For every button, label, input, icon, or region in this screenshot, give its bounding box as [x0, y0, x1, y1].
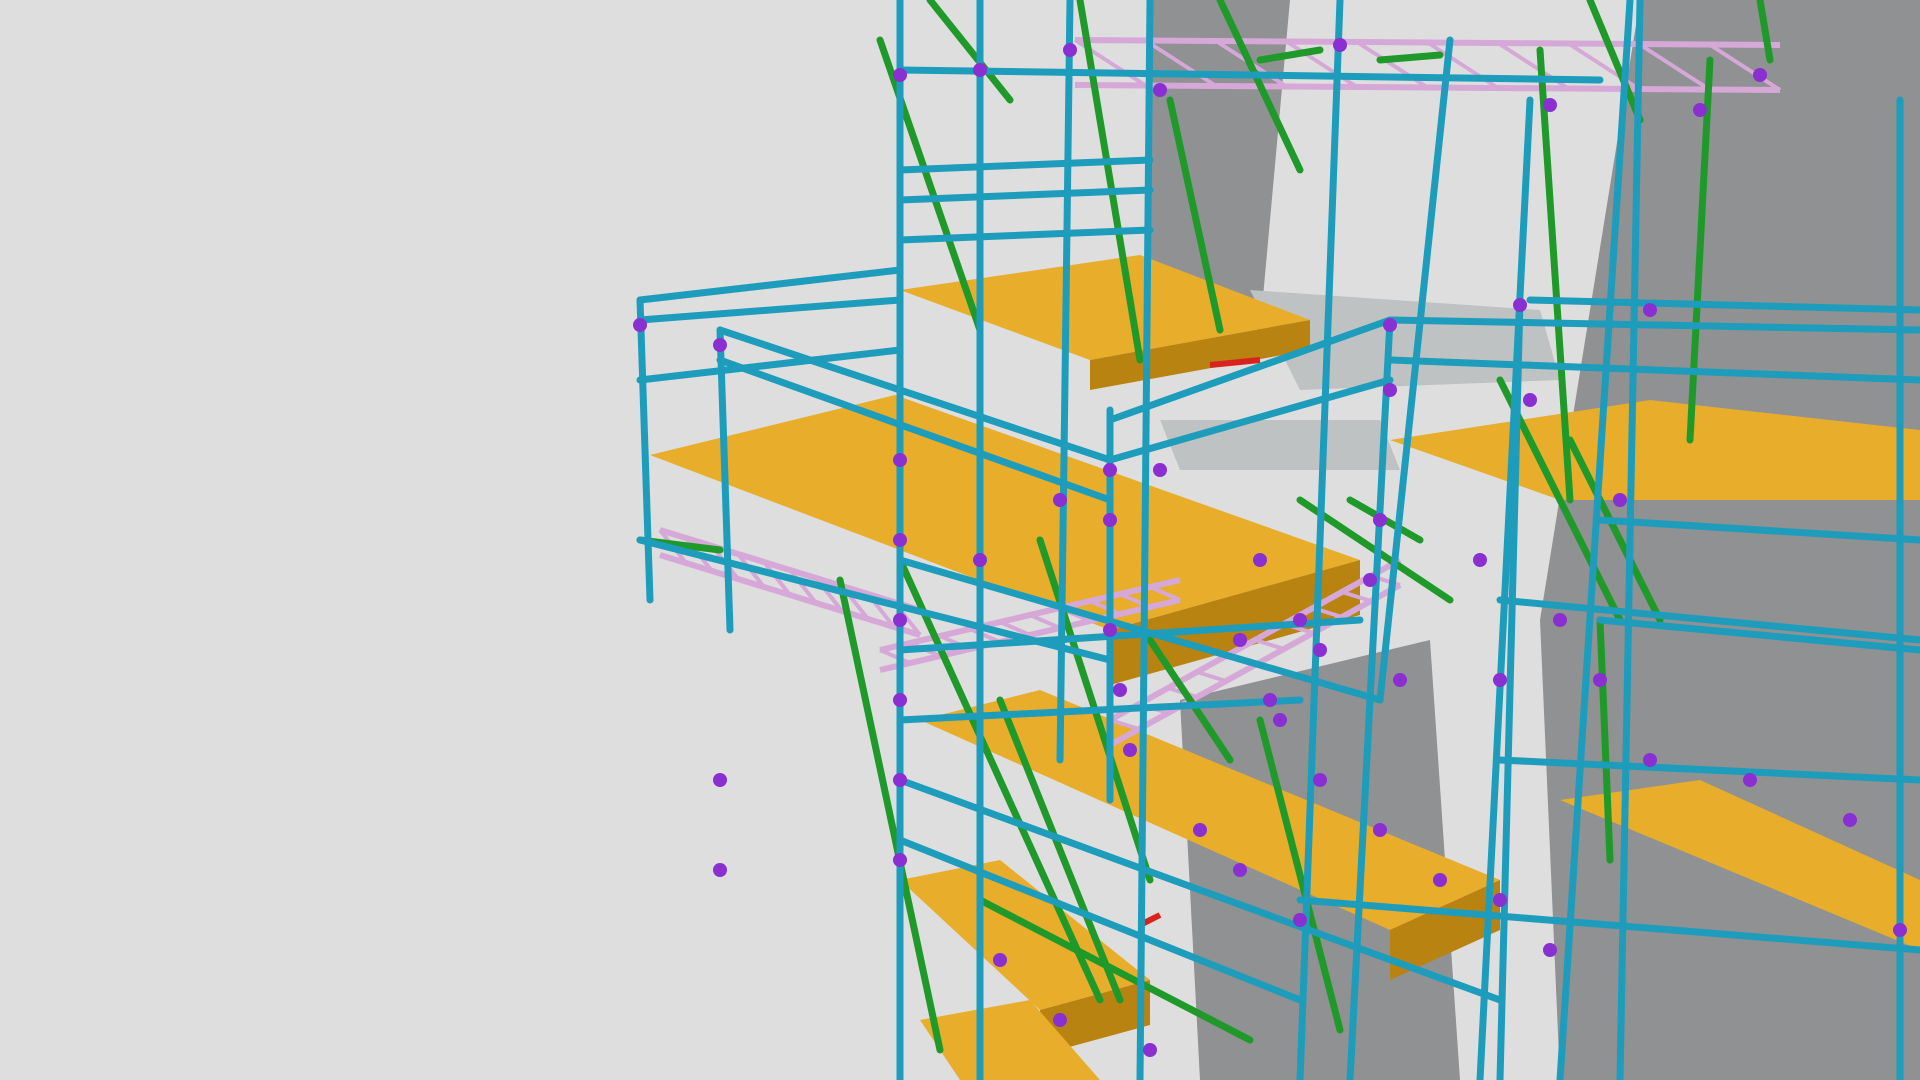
coupler: [973, 553, 987, 567]
coupler: [1293, 613, 1307, 627]
coupler: [1363, 573, 1377, 587]
coupler: [1273, 713, 1287, 727]
coupler: [1383, 383, 1397, 397]
coupler: [1743, 773, 1757, 787]
truss-web: [1254, 638, 1285, 651]
coupler: [1543, 943, 1557, 957]
coupler: [1693, 103, 1707, 117]
coupler: [1233, 633, 1247, 647]
coupler: [1373, 513, 1387, 527]
scaffold-tube: [896, 156, 1154, 174]
coupler: [1103, 463, 1117, 477]
coupler: [1643, 303, 1657, 317]
coupler: [1113, 683, 1127, 697]
truss-web: [1029, 613, 1061, 630]
coupler: [713, 863, 727, 877]
coupler: [893, 613, 907, 627]
scaffold-model[interactable]: [0, 0, 1920, 1080]
coupler: [1313, 773, 1327, 787]
coupler: [1063, 43, 1077, 57]
scaffold-tube: [636, 266, 904, 304]
coupler: [1593, 673, 1607, 687]
coupler: [1153, 83, 1167, 97]
coupler: [1233, 863, 1247, 877]
scaffold-tube: [636, 296, 654, 604]
truss-web: [1196, 670, 1227, 683]
coupler: [1313, 643, 1327, 657]
coupler: [1753, 68, 1767, 82]
coupler: [1053, 1013, 1067, 1027]
coupler: [1543, 98, 1557, 112]
coupler: [1153, 463, 1167, 477]
coupler: [893, 693, 907, 707]
coupler: [1263, 693, 1277, 707]
coupler: [1193, 823, 1207, 837]
diagonal-brace: [1376, 51, 1444, 64]
scaffold-tube: [896, 226, 1154, 244]
coupler: [1103, 623, 1117, 637]
coupler: [1053, 493, 1067, 507]
scaffold-tube: [896, 66, 1604, 84]
coupler: [893, 68, 907, 82]
coupler: [1643, 753, 1657, 767]
coupler: [1373, 823, 1387, 837]
coupler: [713, 338, 727, 352]
coupler: [893, 853, 907, 867]
coupler: [973, 63, 987, 77]
coupler: [1473, 553, 1487, 567]
coupler: [1493, 673, 1507, 687]
coupler: [1613, 493, 1627, 507]
scaffold-tube: [636, 296, 904, 324]
coupler: [1513, 298, 1527, 312]
coupler: [1293, 913, 1307, 927]
diagonal-brace: [926, 0, 1014, 104]
coupler: [633, 318, 647, 332]
scaffold-tube: [716, 326, 734, 634]
floor-slab: [1160, 420, 1400, 470]
coupler: [893, 773, 907, 787]
coupler: [893, 533, 907, 547]
coupler: [1843, 813, 1857, 827]
coupler: [1433, 873, 1447, 887]
coupler: [893, 453, 907, 467]
coupler: [1523, 393, 1537, 407]
coupler: [1103, 513, 1117, 527]
coupler: [713, 773, 727, 787]
coupler: [1333, 38, 1347, 52]
3d-viewport[interactable]: [0, 0, 1920, 1080]
coupler: [1393, 673, 1407, 687]
coupler: [1123, 743, 1137, 757]
coupler: [1253, 553, 1267, 567]
coupler: [1143, 1043, 1157, 1057]
coupler: [1383, 318, 1397, 332]
coupler: [1553, 613, 1567, 627]
coupler: [1893, 923, 1907, 937]
coupler: [993, 953, 1007, 967]
coupler: [1493, 893, 1507, 907]
